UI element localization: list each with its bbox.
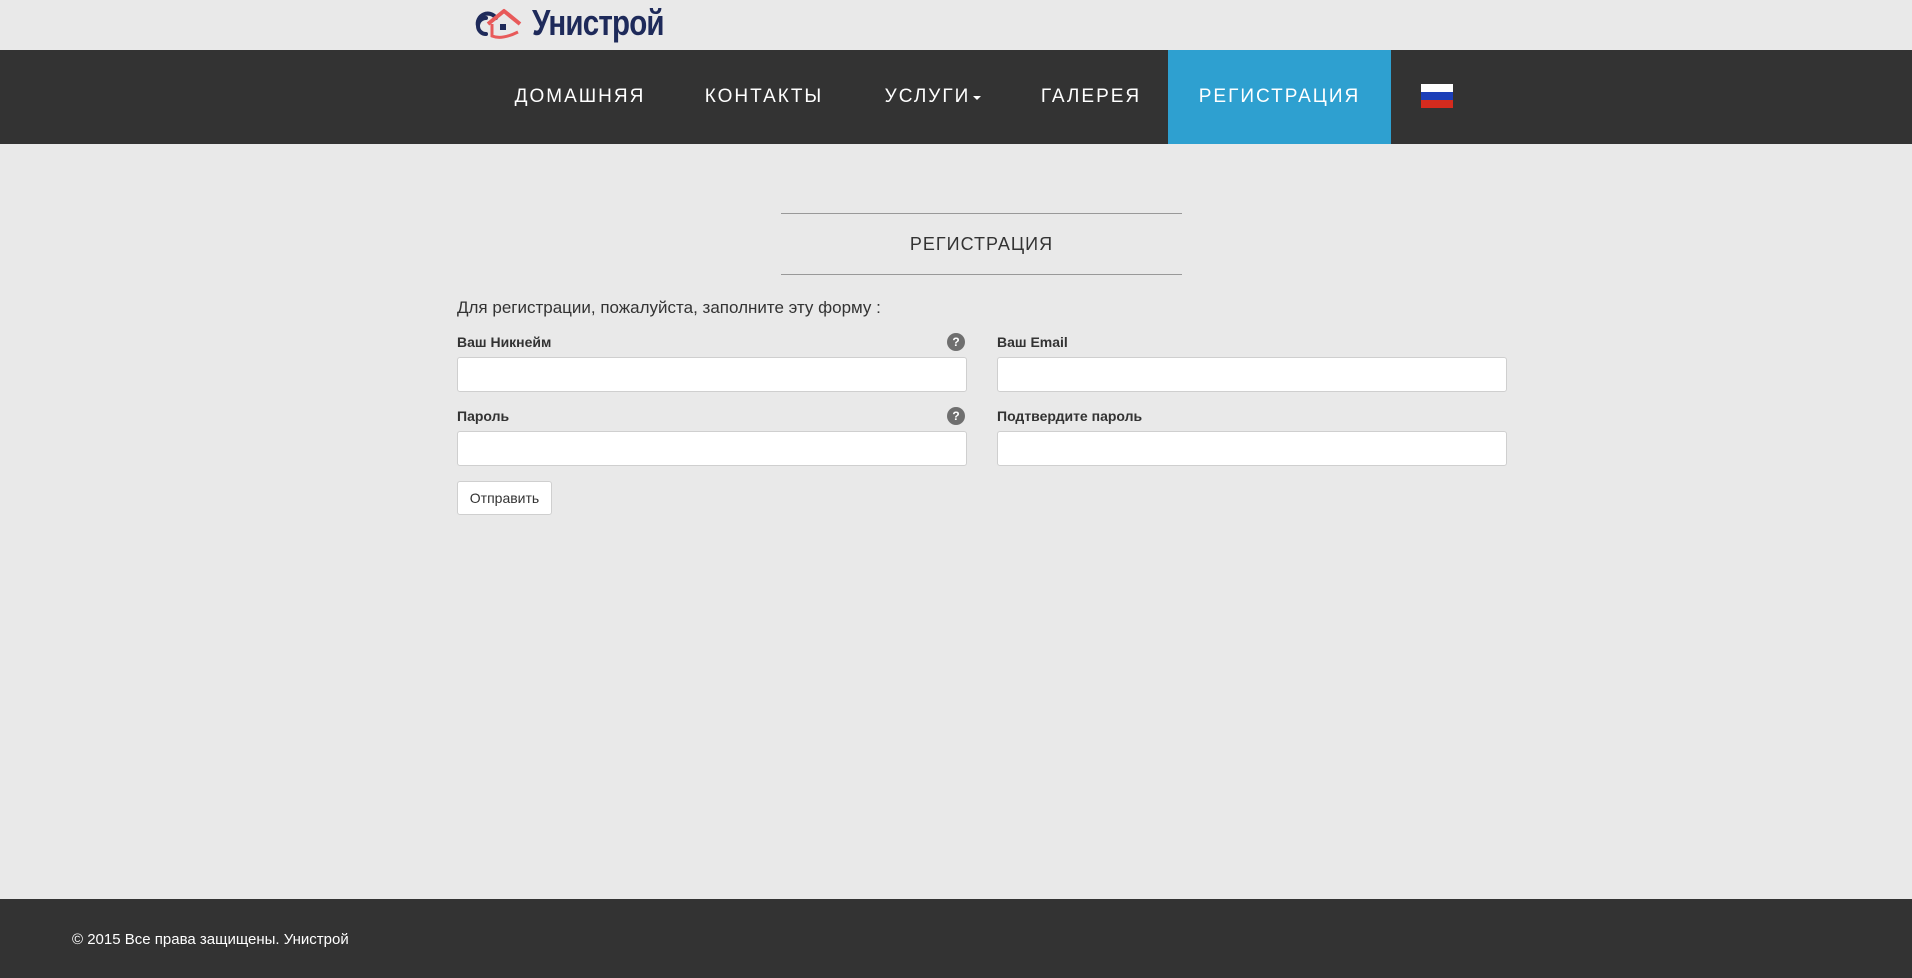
nav-home[interactable]: ДОМАШНЯЯ bbox=[495, 50, 665, 144]
site-footer: © 2015 Все права защищены. Унистрой bbox=[0, 899, 1912, 978]
page-title-box: РЕГИСТРАЦИЯ bbox=[781, 213, 1182, 275]
password-input[interactable] bbox=[457, 431, 967, 466]
russian-flag-icon[interactable] bbox=[1421, 84, 1453, 108]
copyright-text: © 2015 Все права защищены. Унистрой bbox=[72, 931, 349, 948]
form-intro: Для регистрации, пожалуйста, заполните э… bbox=[457, 298, 881, 317]
page-title: РЕГИСТРАЦИЯ bbox=[909, 233, 1054, 254]
password-label: Пароль bbox=[457, 408, 510, 424]
chevron-down-icon bbox=[973, 96, 982, 100]
nav-contacts[interactable]: КОНТАКТЫ bbox=[686, 50, 842, 144]
nav-services-label: УСЛУГИ bbox=[884, 86, 971, 107]
main-navbar: ДОМАШНЯЯ КОНТАКТЫ УСЛУГИ ГАЛЕРЕЯ РЕГИСТР… bbox=[0, 50, 1912, 144]
nav-services[interactable]: УСЛУГИ bbox=[868, 50, 998, 144]
email-label: Ваш Email bbox=[997, 334, 1068, 350]
house-cloud-logo-icon bbox=[475, 9, 522, 39]
confirm-password-label: Подтвердите пароль bbox=[997, 408, 1143, 424]
help-icon[interactable]: ? bbox=[947, 333, 965, 351]
help-icon[interactable]: ? bbox=[947, 407, 965, 425]
confirm-password-input[interactable] bbox=[997, 431, 1507, 466]
submit-button[interactable]: Отправить bbox=[457, 481, 552, 515]
site-logo[interactable]: Унистрой bbox=[468, 0, 693, 46]
nickname-label: Ваш Никнейм bbox=[457, 334, 552, 350]
nickname-input[interactable] bbox=[457, 357, 967, 392]
top-header: Унистрой bbox=[0, 0, 1912, 50]
nav-gallery[interactable]: ГАЛЕРЕЯ bbox=[1027, 50, 1155, 144]
email-input[interactable] bbox=[997, 357, 1507, 392]
nav-register[interactable]: РЕГИСТРАЦИЯ bbox=[1168, 50, 1391, 144]
logo-text: Унистрой bbox=[532, 2, 665, 43]
